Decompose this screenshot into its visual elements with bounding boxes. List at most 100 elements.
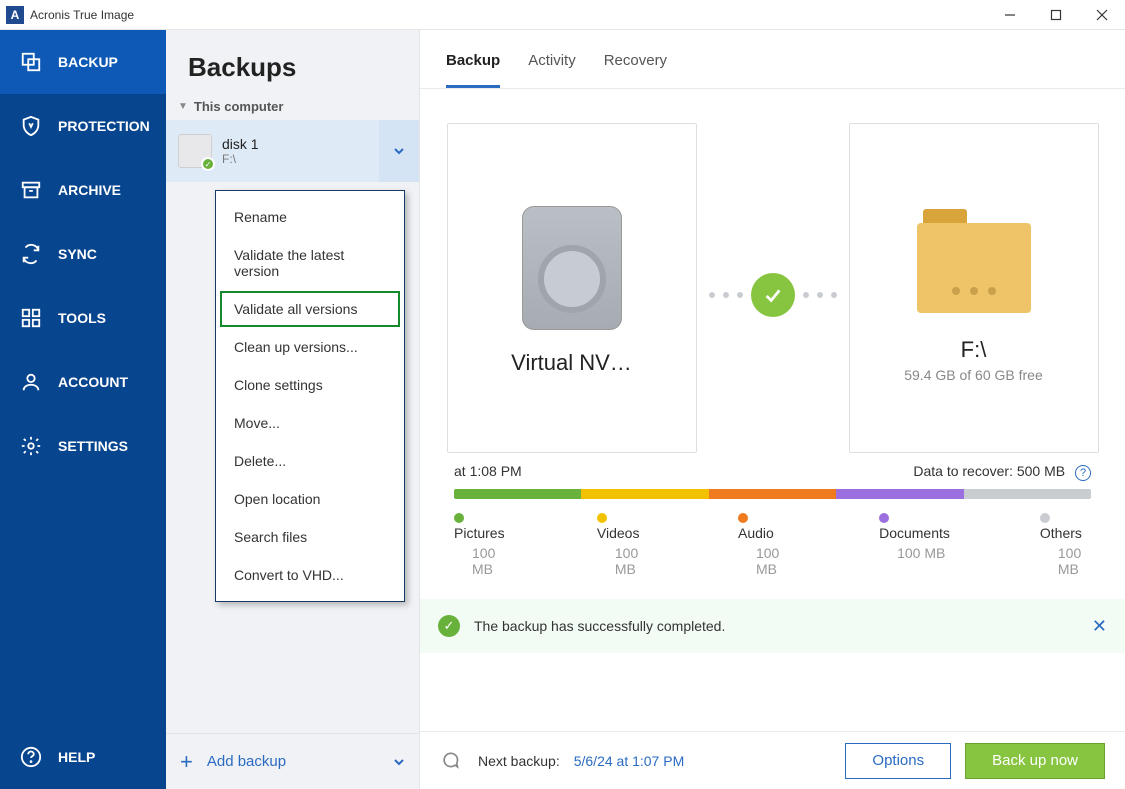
minimize-button[interactable] [987, 0, 1033, 30]
add-backup-label: Add backup [207, 753, 393, 770]
source-title: Virtual NV… [472, 350, 672, 376]
legend-size: 100 MB [756, 545, 789, 577]
archive-icon [18, 177, 44, 203]
nav-label: SYNC [58, 246, 97, 262]
folder-big-icon [917, 223, 1031, 313]
context-menu-item[interactable]: Open location [220, 481, 400, 517]
legend-name: Videos [597, 509, 648, 541]
context-menu-item[interactable]: Search files [220, 519, 400, 555]
context-menu-item[interactable]: Delete... [220, 443, 400, 479]
nav-label: BACKUP [58, 54, 118, 70]
context-menu-item[interactable]: Clean up versions... [220, 329, 400, 365]
nav-label: SETTINGS [58, 438, 128, 454]
backup-context-menu: RenameValidate the latest versionValidat… [215, 190, 405, 602]
success-icon: ✓ [438, 615, 460, 637]
success-badge-icon: ✓ [201, 157, 215, 171]
accordion-this-computer[interactable]: ▼ This computer [166, 93, 419, 120]
disk-big-icon [522, 206, 622, 330]
category-legend: Pictures100 MBVideos100 MBAudio100 MBDoc… [420, 499, 1125, 577]
banner-close-button[interactable]: ✕ [1092, 616, 1107, 637]
plus-icon: + [180, 749, 193, 775]
context-menu-item[interactable]: Validate the latest version [220, 237, 400, 289]
nav-sync[interactable]: SYNC [0, 222, 166, 286]
check-icon [751, 273, 795, 317]
data-to-recover: Data to recover: 500 MB ? [913, 463, 1091, 481]
gear-icon [18, 433, 44, 459]
banner-message: The backup has successfully completed. [474, 618, 725, 634]
main-tabs: Backup Activity Recovery [420, 30, 1125, 89]
stat-segment [709, 489, 836, 499]
tab-activity[interactable]: Activity [528, 52, 576, 88]
status-banner: ✓ The backup has successfully completed.… [420, 599, 1125, 653]
legend-item: Pictures 100 MB [454, 509, 507, 577]
chevron-down-icon[interactable] [393, 756, 405, 768]
backup-now-button[interactable]: Back up now [965, 743, 1105, 779]
sidebar-nav: BACKUP PROTECTION ARCHIVE SYNC TOOLS [0, 30, 166, 789]
nav-label: ARCHIVE [58, 182, 121, 198]
nav-label: HELP [58, 749, 95, 765]
source-card[interactable]: Virtual NV… [447, 123, 697, 453]
titlebar: A Acronis True Image [0, 0, 1125, 30]
close-button[interactable] [1079, 0, 1125, 30]
legend-name: Documents [879, 509, 950, 541]
legend-item: Documents 100 MB [879, 509, 950, 577]
legend-size: 100 MB [1058, 545, 1091, 577]
nav-archive[interactable]: ARCHIVE [0, 158, 166, 222]
backup-name: disk 1 [222, 136, 259, 152]
backups-heading: Backups [166, 30, 419, 93]
last-backup-time: at 1:08 PM [454, 463, 522, 481]
nav-settings[interactable]: SETTINGS [0, 414, 166, 478]
stat-segment [836, 489, 963, 499]
tab-recovery[interactable]: Recovery [604, 52, 667, 88]
nav-protection[interactable]: PROTECTION [0, 94, 166, 158]
next-backup-label: Next backup: [478, 753, 560, 769]
nav-account[interactable]: ACCOUNT [0, 350, 166, 414]
destination-subtitle: 59.4 GB of 60 GB free [904, 367, 1043, 383]
maximize-button[interactable] [1033, 0, 1079, 30]
legend-size: 100 MB [472, 545, 507, 577]
backup-list-item[interactable]: ✓ disk 1 F:\ [166, 120, 419, 182]
legend-size: 100 MB [615, 545, 648, 577]
comment-icon[interactable] [440, 751, 460, 771]
options-button[interactable]: Options [845, 743, 951, 779]
shield-icon [18, 113, 44, 139]
destination-title: F:\ [874, 337, 1074, 363]
legend-item: Others 100 MB [1040, 509, 1091, 577]
context-menu-item[interactable]: Move... [220, 405, 400, 441]
connector [709, 273, 837, 317]
legend-item: Videos 100 MB [597, 509, 648, 577]
nav-label: PROTECTION [58, 118, 150, 134]
chevron-down-icon: ▼ [178, 101, 188, 112]
legend-name: Pictures [454, 509, 507, 541]
add-backup-row[interactable]: + Add backup [166, 733, 419, 789]
context-menu-item[interactable]: Clone settings [220, 367, 400, 403]
stat-segment [964, 489, 1091, 499]
help-icon [18, 744, 44, 770]
backup-location: F:\ [222, 152, 259, 166]
sync-icon [18, 241, 44, 267]
legend-size: 100 MB [897, 545, 950, 561]
context-menu-item[interactable]: Convert to VHD... [220, 557, 400, 593]
category-bar [454, 489, 1091, 499]
stat-segment [454, 489, 581, 499]
context-menu-item[interactable]: Validate all versions [220, 291, 400, 327]
backup-item-menu-button[interactable] [379, 120, 419, 182]
legend-name: Others [1040, 509, 1091, 541]
footer-bar: Next backup: 5/6/24 at 1:07 PM Options B… [420, 731, 1125, 789]
next-backup-time[interactable]: 5/6/24 at 1:07 PM [574, 753, 685, 769]
destination-card[interactable]: F:\ 59.4 GB of 60 GB free [849, 123, 1099, 453]
nav-backup[interactable]: BACKUP [0, 30, 166, 94]
window-title: Acronis True Image [30, 8, 987, 22]
tab-backup[interactable]: Backup [446, 52, 500, 88]
accordion-label: This computer [194, 99, 284, 114]
nav-tools[interactable]: TOOLS [0, 286, 166, 350]
app-logo-icon: A [6, 6, 24, 24]
main-content: Backup Activity Recovery Virtual NV… [420, 30, 1125, 789]
nav-help[interactable]: HELP [0, 725, 166, 789]
legend-name: Audio [738, 509, 789, 541]
help-badge-icon[interactable]: ? [1075, 465, 1091, 481]
context-menu-item[interactable]: Rename [220, 199, 400, 235]
nav-label: ACCOUNT [58, 374, 128, 390]
nav-label: TOOLS [58, 310, 106, 326]
stat-segment [581, 489, 708, 499]
